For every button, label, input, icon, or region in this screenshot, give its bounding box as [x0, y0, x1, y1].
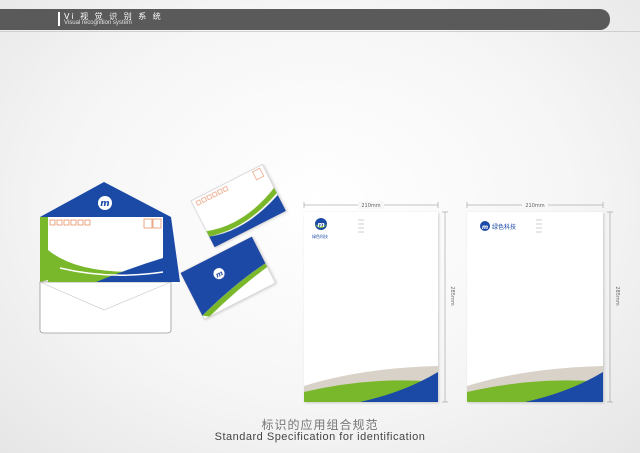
letterhead-right-company: 绿色科技: [492, 223, 516, 231]
letterhead-right-height-label: 285mm: [614, 286, 620, 305]
small-envelope-front: m: [180, 236, 276, 320]
letterhead-left-width-label: 210mm: [361, 203, 380, 209]
letterhead-right-logo-mark: m: [482, 224, 488, 231]
small-envelope-back: [190, 164, 287, 248]
envelope-pocket: [39, 281, 172, 334]
stationery-scene: m m m 绿色科技 210mm 285mm m 绿色科技 210mm 285m…: [39, 164, 620, 403]
envelope-logo-mark: m: [100, 199, 109, 209]
letterhead-left: m 绿色科技: [304, 212, 438, 402]
envelope-left-wing: [40, 217, 48, 282]
letterhead-right-width-label: 210mm: [525, 203, 544, 209]
letterhead-left-company: 绿色科技: [312, 233, 328, 239]
envelope-right-wing: [163, 217, 180, 282]
letterhead-left-height-label: 285mm: [449, 286, 455, 305]
letterhead-right: m 绿色科技: [467, 212, 603, 402]
open-envelope: m: [39, 182, 180, 334]
letterhead-left-logo-mark: m: [317, 221, 324, 229]
caption-english: Standard Specification for identificatio…: [214, 431, 426, 443]
